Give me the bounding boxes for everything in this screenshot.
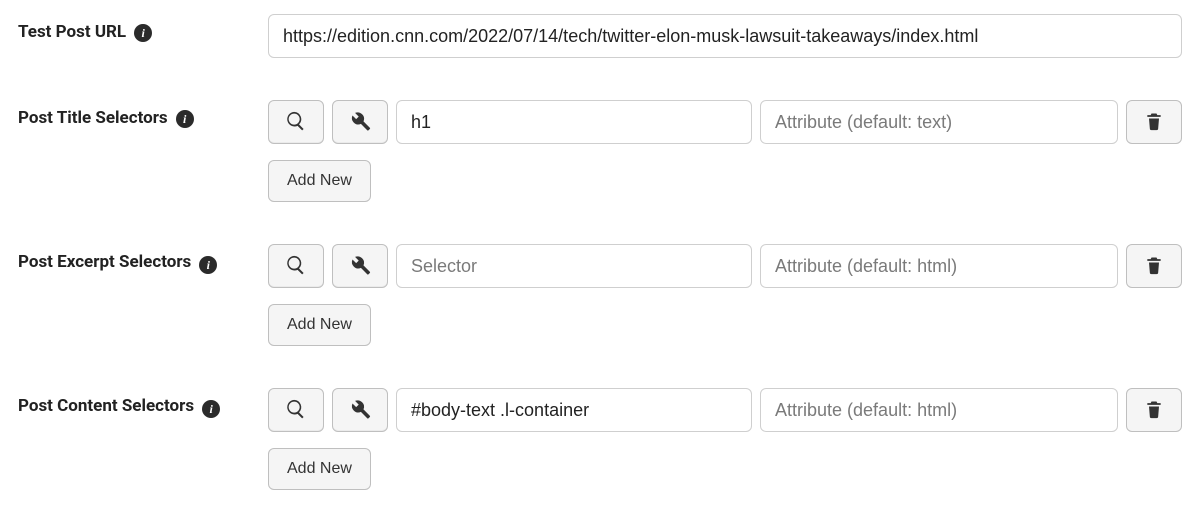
info-icon[interactable]: i bbox=[134, 24, 152, 42]
label-text: Post Excerpt Selectors bbox=[18, 252, 191, 272]
delete-button[interactable] bbox=[1126, 388, 1182, 432]
row-post-excerpt-selectors: Post Excerpt Selectors i A bbox=[18, 244, 1182, 346]
search-icon bbox=[285, 398, 307, 423]
tools-button[interactable] bbox=[332, 244, 388, 288]
delete-button[interactable] bbox=[1126, 100, 1182, 144]
label-test-post-url: Test Post URL i bbox=[18, 14, 268, 42]
tools-button[interactable] bbox=[332, 100, 388, 144]
search-button[interactable] bbox=[268, 388, 324, 432]
trash-icon bbox=[1144, 111, 1164, 134]
label-post-title-selectors: Post Title Selectors i bbox=[18, 100, 268, 128]
row-post-title-selectors: Post Title Selectors i Add bbox=[18, 100, 1182, 202]
test-post-url-input[interactable] bbox=[268, 14, 1182, 58]
field-post-content-selectors: Add New bbox=[268, 388, 1182, 490]
trash-icon bbox=[1144, 399, 1164, 422]
trash-icon bbox=[1144, 255, 1164, 278]
tools-button[interactable] bbox=[332, 388, 388, 432]
label-text: Post Content Selectors bbox=[18, 396, 194, 416]
delete-button[interactable] bbox=[1126, 244, 1182, 288]
info-icon[interactable]: i bbox=[202, 400, 220, 418]
info-icon[interactable]: i bbox=[176, 110, 194, 128]
wrench-icon bbox=[349, 254, 371, 279]
info-icon[interactable]: i bbox=[199, 256, 217, 274]
title-attribute-input[interactable] bbox=[760, 100, 1118, 144]
field-post-excerpt-selectors: Add New bbox=[268, 244, 1182, 346]
title-selector-input[interactable] bbox=[396, 100, 752, 144]
label-text: Post Title Selectors bbox=[18, 108, 168, 128]
search-button[interactable] bbox=[268, 100, 324, 144]
search-icon bbox=[285, 110, 307, 135]
search-button[interactable] bbox=[268, 244, 324, 288]
excerpt-attribute-input[interactable] bbox=[760, 244, 1118, 288]
add-new-button[interactable]: Add New bbox=[268, 448, 371, 490]
label-post-content-selectors: Post Content Selectors i bbox=[18, 388, 268, 418]
label-post-excerpt-selectors: Post Excerpt Selectors i bbox=[18, 244, 268, 274]
wrench-icon bbox=[349, 110, 371, 135]
wrench-icon bbox=[349, 398, 371, 423]
label-text: Test Post URL bbox=[18, 22, 126, 42]
row-post-content-selectors: Post Content Selectors i A bbox=[18, 388, 1182, 490]
content-selector-input[interactable] bbox=[396, 388, 752, 432]
row-test-post-url: Test Post URL i bbox=[18, 14, 1182, 58]
add-new-button[interactable]: Add New bbox=[268, 160, 371, 202]
content-attribute-input[interactable] bbox=[760, 388, 1118, 432]
field-test-post-url bbox=[268, 14, 1182, 58]
search-icon bbox=[285, 254, 307, 279]
excerpt-selector-input[interactable] bbox=[396, 244, 752, 288]
field-post-title-selectors: Add New bbox=[268, 100, 1182, 202]
add-new-button[interactable]: Add New bbox=[268, 304, 371, 346]
